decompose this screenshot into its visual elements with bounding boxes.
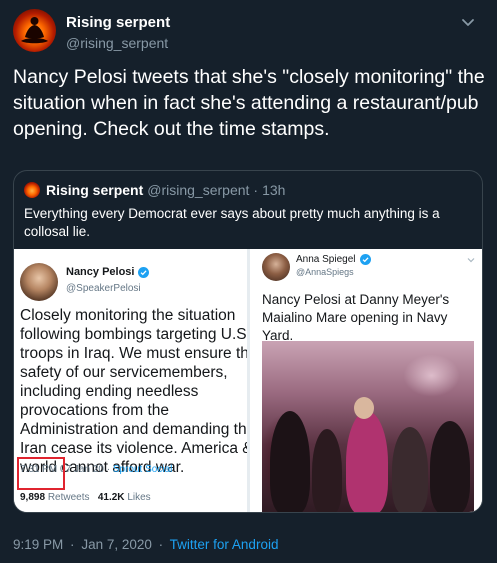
like-count: 41.2K [97, 492, 125, 503]
spiegel-name: Anna Spiegel [296, 254, 356, 265]
pelosi-avatar [20, 263, 58, 301]
pelosi-tweet-date: 07 Jan 20 [60, 464, 104, 475]
chevron-down-icon [467, 258, 475, 263]
event-photo [262, 341, 474, 512]
quoted-text: Everything every Democrat ever says abou… [24, 206, 440, 239]
tweet: Rising serpent @rising_serpent Nancy Pel… [0, 0, 497, 563]
author-avatar[interactable] [13, 9, 56, 52]
chevron-down-icon[interactable] [459, 14, 477, 32]
quoted-header: Rising serpent @rising_serpent · 13h [24, 181, 285, 199]
photo-figure [312, 429, 342, 512]
pelosi-tweet-body: Closely monitoring the situation followi… [20, 307, 247, 476]
footer-date[interactable]: Jan 7, 2020 [81, 537, 152, 552]
footer-source[interactable]: Twitter for Android [170, 537, 279, 552]
pelosi-name-row: Nancy Pelosi [66, 266, 150, 278]
media-screenshot-left[interactable]: Nancy Pelosi @SpeakerPelosi Closely moni… [14, 249, 247, 512]
meta-separator: · [106, 464, 111, 475]
author-handle[interactable]: @rising_serpent [66, 34, 170, 52]
verified-badge-icon [138, 266, 150, 278]
footer-time[interactable]: 9:19 PM [13, 537, 63, 552]
quoted-media[interactable]: Nancy Pelosi @SpeakerPelosi Closely moni… [14, 249, 482, 512]
author-name[interactable]: Rising serpent [66, 14, 170, 32]
photo-figure [430, 421, 470, 512]
tweet-footer: 9:19 PM · Jan 7, 2020 · Twitter for Andr… [13, 537, 278, 552]
pelosi-tweet-stats: 9,898 Retweets 41.2K Likes [20, 492, 151, 503]
meditating-figure-icon [21, 17, 48, 44]
tweet-text: Nancy Pelosi tweets that she's "closely … [13, 66, 485, 140]
pelosi-handle: @SpeakerPelosi [66, 283, 141, 294]
quoted-separator: · [253, 182, 259, 198]
pelosi-name: Nancy Pelosi [66, 266, 135, 278]
spiegel-tweet-body: Nancy Pelosi at Danny Meyer's Maialino M… [262, 292, 450, 343]
spiegel-avatar [262, 253, 290, 281]
verified-badge-icon [359, 254, 371, 265]
quoted-tweet[interactable]: Rising serpent @rising_serpent · 13h Eve… [13, 170, 483, 513]
footer-separator: · [70, 537, 75, 552]
spiegel-name-row: Anna Spiegel [296, 254, 371, 265]
photo-figure [392, 427, 428, 512]
photo-figure [354, 397, 374, 419]
quoted-author-handle: @rising_serpent [147, 182, 250, 198]
photo-figure [346, 411, 388, 512]
author-block: Rising serpent @rising_serpent [66, 14, 170, 52]
retweet-label: Retweets [47, 492, 90, 503]
quoted-timestamp: 13h [262, 182, 286, 198]
pelosi-tweet-source: Sprout Social [112, 464, 173, 475]
like-label: Likes [127, 492, 151, 503]
media-screenshot-right[interactable]: Anna Spiegel @AnnaSpiegs Nancy Pelosi at… [250, 249, 482, 512]
timestamp-highlight-box [17, 457, 65, 490]
quoted-author-name: Rising serpent [46, 182, 144, 198]
photo-figure [270, 411, 310, 512]
spiegel-handle: @AnnaSpiegs [296, 267, 354, 277]
retweet-count: 9,898 [20, 492, 46, 503]
footer-separator: · [158, 537, 164, 552]
quoted-avatar [24, 182, 40, 198]
